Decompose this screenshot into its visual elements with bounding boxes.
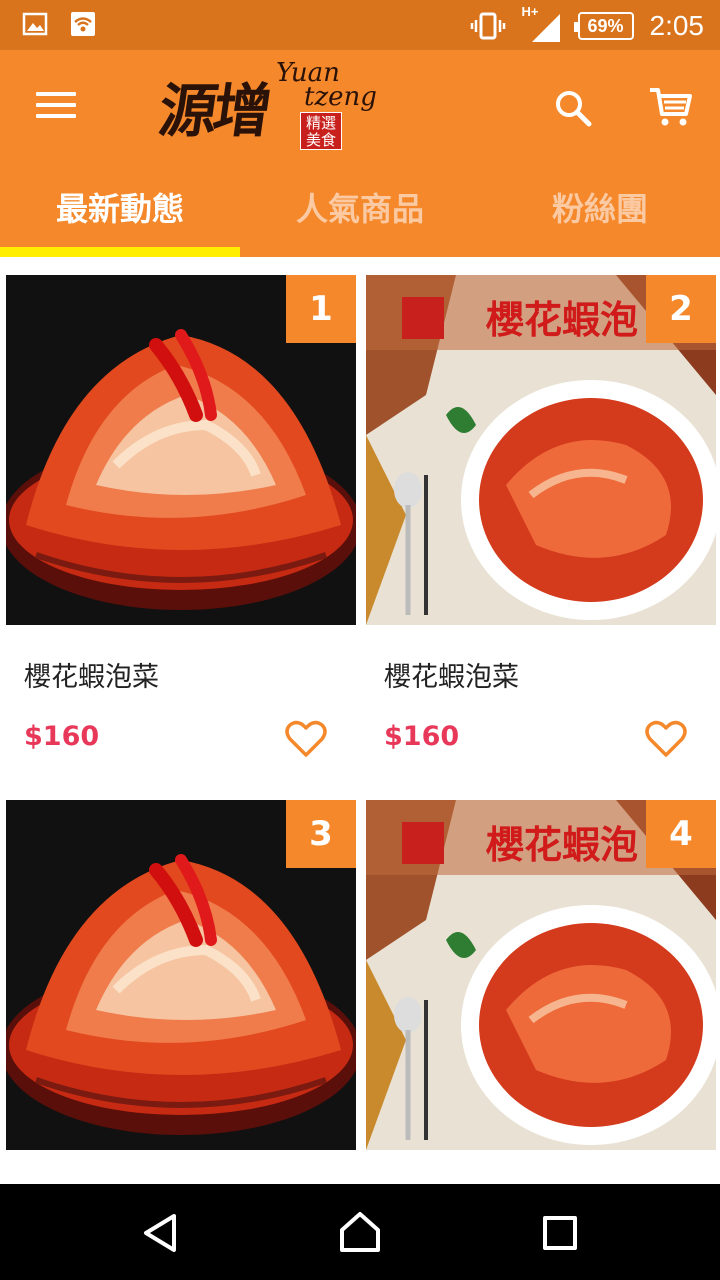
tab-latest[interactable]: 最新動態 — [0, 160, 240, 257]
wifi-notification-icon — [71, 12, 95, 36]
rank-badge: 1 — [286, 275, 356, 343]
logo-english-line2: tzeng — [304, 82, 377, 112]
menu-icon[interactable] — [36, 92, 76, 122]
brand-logo: 源增 Yuan tzeng 精選美食 — [155, 58, 390, 153]
signal-icon: H+ — [522, 4, 562, 44]
tab-fans[interactable]: 粉絲團 — [480, 160, 720, 257]
cart-icon[interactable] — [648, 86, 692, 128]
app-bar: 源增 Yuan tzeng 精選美食 — [0, 50, 720, 160]
rank-badge: 3 — [286, 800, 356, 868]
vibrate-icon — [470, 12, 505, 40]
svg-text:櫻花蝦泡: 櫻花蝦泡 — [485, 822, 638, 867]
product-price: $160 — [24, 721, 100, 752]
heart-icon[interactable] — [644, 719, 688, 759]
battery-level: 69% — [587, 15, 624, 36]
product-grid: 1 櫻花蝦泡菜 $160 櫻花蝦泡 2 櫻花蝦泡菜 $160 3 櫻花蝦泡 4 — [0, 257, 720, 1183]
logo-stamp: 精選美食 — [300, 112, 342, 150]
svg-text:櫻花蝦泡: 櫻花蝦泡 — [485, 297, 638, 342]
product-name[interactable]: 櫻花蝦泡菜 — [384, 655, 519, 694]
tab-bar: 最新動態 人氣商品 粉絲團 — [0, 160, 720, 257]
product-price: $160 — [384, 721, 460, 752]
product-name[interactable]: 櫻花蝦泡菜 — [24, 655, 159, 694]
battery-indicator: 69% — [573, 12, 634, 40]
rank-badge: 4 — [646, 800, 716, 868]
system-nav-bar — [0, 1184, 720, 1280]
heart-icon[interactable] — [284, 719, 328, 759]
home-icon[interactable] — [338, 1210, 382, 1254]
image-notification-icon — [22, 12, 48, 36]
logo-chinese: 源增 — [154, 77, 273, 145]
recents-icon[interactable] — [543, 1216, 577, 1250]
clock: 2:05 — [649, 10, 705, 41]
tab-indicator — [0, 247, 240, 257]
back-icon[interactable] — [140, 1212, 180, 1254]
tab-popular[interactable]: 人氣商品 — [240, 160, 480, 257]
search-icon[interactable] — [553, 88, 593, 128]
rank-badge: 2 — [646, 275, 716, 343]
status-bar: H+ 69% 2:05 — [0, 0, 720, 50]
